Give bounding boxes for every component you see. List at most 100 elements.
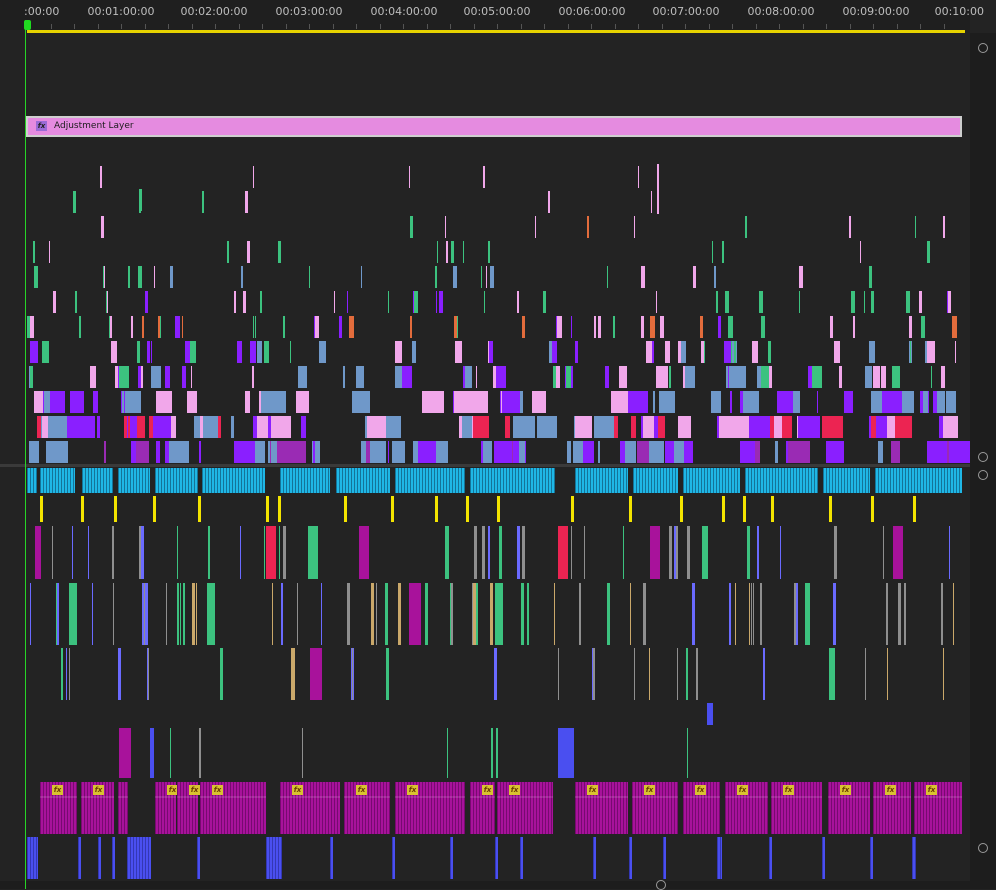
video-clip[interactable] [556,366,560,388]
video-clip[interactable] [736,366,746,388]
audio-clip[interactable] [409,583,421,645]
audio-clip-dialogue[interactable] [280,468,330,493]
video-clip[interactable] [388,291,389,313]
audio-clip-sfx[interactable] [743,496,746,522]
video-clip[interactable] [496,366,506,388]
audio-clip[interactable] [66,648,67,700]
video-clip[interactable] [774,416,782,438]
video-clip[interactable] [49,241,50,263]
audio-clip[interactable] [747,526,750,579]
audio-clip[interactable] [593,648,595,700]
video-clip[interactable] [704,341,705,363]
video-clip[interactable] [439,291,443,313]
video-clip[interactable] [157,366,161,388]
video-clip[interactable] [44,391,50,413]
audio-clip[interactable] [757,526,759,579]
video-clip[interactable] [170,266,173,288]
audio-clip[interactable] [92,583,93,645]
video-clip[interactable] [665,341,670,363]
audio-clip-dialogue[interactable] [875,468,962,493]
video-clip[interactable] [651,191,652,213]
video-clip[interactable] [415,441,418,463]
video-clip[interactable] [136,441,149,463]
track-lane[interactable] [0,339,965,365]
video-clip[interactable] [683,441,693,463]
video-clip[interactable] [587,216,589,238]
audio-clip[interactable] [522,526,525,579]
video-clip[interactable] [865,366,872,388]
audio-clip-music[interactable] [200,782,266,834]
audio-clip[interactable] [833,583,836,645]
video-clip[interactable] [937,391,945,413]
audio-clip[interactable] [177,526,178,579]
audio-clip[interactable] [943,648,944,700]
video-clip[interactable] [761,316,765,338]
video-clip[interactable] [882,391,902,413]
video-clip[interactable] [101,216,104,238]
audio-clip[interactable] [905,583,906,645]
video-clip[interactable] [909,316,912,338]
video-clip[interactable] [255,441,265,463]
video-clip[interactable] [643,416,654,438]
audio-clip-dialogue[interactable] [470,468,555,493]
video-clip[interactable] [548,191,550,213]
video-clip[interactable] [952,316,957,338]
video-clip[interactable] [770,366,772,388]
video-clip[interactable] [366,441,370,463]
video-clip[interactable] [141,366,143,388]
video-clip[interactable] [156,391,172,413]
video-clip[interactable] [243,291,246,313]
video-clip[interactable] [278,241,281,263]
video-clip[interactable] [641,266,645,288]
video-clip[interactable] [169,441,184,463]
audio-clip[interactable] [729,583,731,645]
video-clip[interactable] [864,291,865,313]
video-clip[interactable] [906,291,910,313]
video-clip[interactable] [817,391,818,413]
audio-clip[interactable] [266,526,276,579]
audio-clip[interactable] [177,583,179,645]
audio-clip[interactable] [496,728,498,778]
audio-clip[interactable] [316,526,318,579]
video-clip[interactable] [532,391,546,413]
audio-clip-sfx[interactable] [153,496,156,522]
audio-clip[interactable] [630,583,631,645]
video-clip[interactable] [798,416,820,438]
audio-clip[interactable] [98,837,101,879]
video-clip[interactable] [245,191,248,213]
video-clip[interactable] [598,316,601,338]
video-clip[interactable] [113,341,117,363]
video-clip[interactable] [454,316,457,338]
video-clip[interactable] [714,266,716,288]
audio-clip[interactable] [554,583,555,645]
video-clip[interactable] [34,266,38,288]
adjustment-layer-clip[interactable]: fx Adjustment Layer [26,116,962,137]
video-clip[interactable] [657,164,659,214]
video-clip[interactable] [46,441,68,463]
audio-clip[interactable] [148,648,149,700]
video-clip[interactable] [685,366,695,388]
video-clip[interactable] [749,416,770,438]
video-clip[interactable] [557,316,562,338]
video-clip[interactable] [349,316,354,338]
video-clip[interactable] [669,366,671,388]
video-clip[interactable] [97,416,100,438]
audio-clip[interactable] [266,837,282,879]
audio-clip[interactable] [634,648,635,700]
video-clip[interactable] [834,341,840,363]
audio-clip[interactable] [78,837,81,879]
audio-clip-dialogue[interactable] [336,468,390,493]
video-clip[interactable] [138,266,142,288]
video-clip[interactable] [334,291,335,313]
audio-clip[interactable] [150,728,154,778]
audio-clip[interactable] [447,728,448,778]
audio-clip-sfx[interactable] [266,496,269,522]
video-clip[interactable] [124,391,125,413]
audio-clip[interactable] [450,837,453,879]
video-clip[interactable] [543,291,546,313]
video-clip[interactable] [175,316,180,338]
video-clip[interactable] [290,441,294,463]
audio-clip[interactable] [208,526,210,579]
audio-clip[interactable] [707,703,713,725]
audio-clip[interactable] [494,648,497,700]
